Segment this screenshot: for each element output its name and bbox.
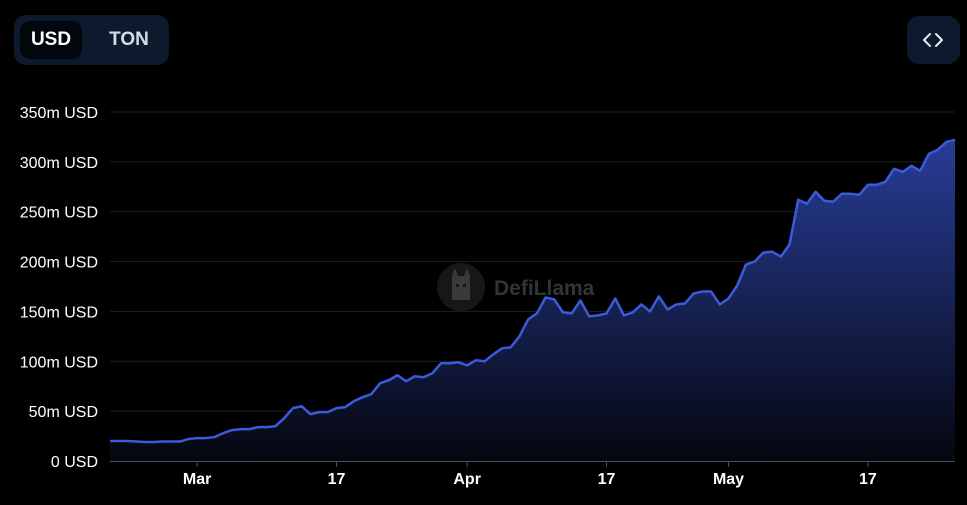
x-tick-label: 17 [328, 471, 346, 488]
y-tick-label: 300m USD [20, 155, 98, 172]
watermark-label: DefiLlama [494, 277, 595, 300]
x-axis-ticks: Mar 17 Apr 17 May 17 [183, 461, 877, 488]
y-tick-label: 250m USD [20, 205, 98, 222]
llama-logo-icon [437, 263, 485, 311]
tvl-chart: DefiLlama 0 USD 50m USD 100m USD 150m USD 20… [20, 105, 956, 488]
x-tick-label: Mar [183, 471, 211, 488]
y-tick-label: 150m USD [20, 304, 98, 321]
x-tick-label: May [713, 471, 744, 488]
y-tick-label: 100m USD [20, 354, 98, 371]
y-tick-label: 50m USD [29, 404, 98, 421]
x-tick-label: 17 [598, 471, 616, 488]
watermark: DefiLlama [437, 263, 595, 311]
y-tick-label: 350m USD [20, 105, 98, 122]
y-tick-label: 0 USD [51, 454, 98, 471]
x-tick-label: Apr [453, 471, 481, 488]
y-axis-ticks: 0 USD 50m USD 100m USD 150m USD 200m USD 250m… [20, 105, 98, 471]
y-tick-label: 200m USD [20, 255, 98, 272]
tvl-area [110, 139, 955, 462]
x-tick-label: 17 [859, 471, 877, 488]
